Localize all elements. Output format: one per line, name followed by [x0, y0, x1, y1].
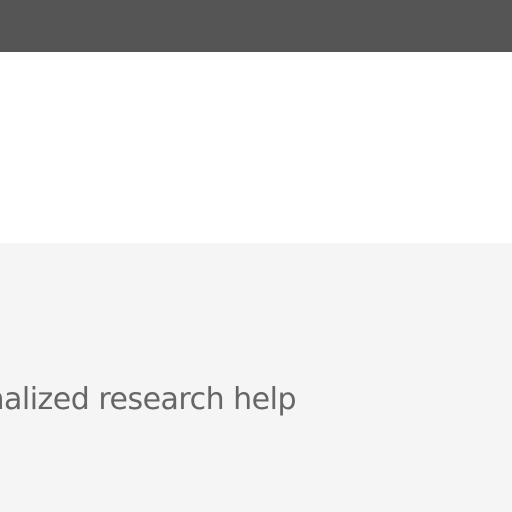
top-navigation-bar	[0, 0, 512, 52]
content-area	[0, 52, 512, 243]
research-help-section: nalized research help	[0, 243, 512, 512]
page: nalized research help	[0, 0, 512, 512]
research-help-text: nalized research help	[0, 382, 296, 417]
